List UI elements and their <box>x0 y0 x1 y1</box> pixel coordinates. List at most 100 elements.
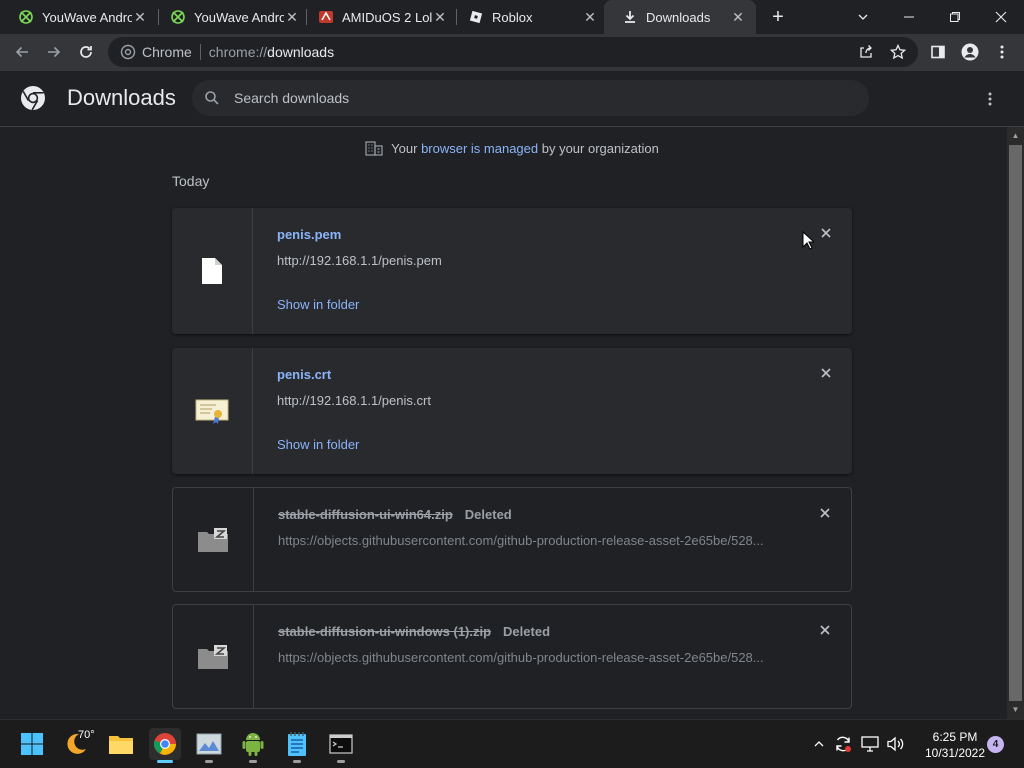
notification-badge[interactable]: 4 <box>987 736 1004 753</box>
chevron-down-icon <box>858 14 868 20</box>
search-input[interactable] <box>234 90 834 106</box>
start-button[interactable] <box>16 728 48 760</box>
remove-item-button[interactable] <box>818 366 834 382</box>
zip-icon <box>198 527 228 552</box>
managed-text-post: by your organization <box>538 140 659 156</box>
file-url: http://192.168.1.1/penis.pem <box>277 253 442 268</box>
search-box[interactable] <box>192 80 869 116</box>
close-window-button[interactable] <box>978 0 1024 34</box>
forward-arrow-icon <box>48 46 61 58</box>
show-hidden-icons-button[interactable] <box>809 734 829 754</box>
show-in-folder-link[interactable]: Show in folder <box>277 297 359 312</box>
new-tab-button[interactable]: + <box>766 5 790 29</box>
profile-button[interactable] <box>956 38 984 66</box>
minimize-icon <box>904 16 914 18</box>
close-icon[interactable]: ✕ <box>730 9 746 25</box>
tab-youwave-2[interactable]: YouWave Android ✕ <box>152 0 310 34</box>
status-badge: Deleted <box>503 624 551 639</box>
terminal-icon <box>329 734 353 754</box>
photos-taskbar-button[interactable] <box>193 728 225 763</box>
download-item-deleted: stable-diffusion-ui-win64.zip Deleted htt… <box>172 487 852 592</box>
youwave-icon <box>18 9 34 25</box>
network-icon <box>861 736 879 752</box>
close-icon[interactable]: ✕ <box>432 9 448 25</box>
close-icon[interactable]: ✕ <box>284 9 300 25</box>
folder-icon <box>109 736 133 754</box>
url-host: downloads <box>267 44 335 60</box>
share-button[interactable] <box>852 38 880 66</box>
tab-title: AMIDuOS 2 Lollipop <box>342 9 432 25</box>
file-icon <box>202 258 222 284</box>
scroll-up-arrow-icon[interactable]: ▲ <box>1010 131 1021 141</box>
close-icon <box>821 228 831 238</box>
tab-search-button[interactable] <box>840 0 886 34</box>
speaker-icon <box>887 736 904 752</box>
kebab-menu-icon <box>1000 45 1004 59</box>
omnibox-divider <box>199 44 201 60</box>
download-icon <box>622 9 638 25</box>
browser-toolbar: Chrome chrome://downloads <box>0 34 1024 71</box>
omnibox-chip-label: Chrome <box>142 44 192 60</box>
running-indicator <box>205 760 213 763</box>
bookmark-button[interactable] <box>884 38 912 66</box>
file-icon-column <box>172 348 253 474</box>
tab-downloads[interactable]: Downloads ✕ <box>604 0 756 34</box>
reload-button[interactable] <box>72 38 100 66</box>
back-button[interactable] <box>8 38 36 66</box>
forward-button[interactable] <box>40 38 68 66</box>
restore-button[interactable] <box>932 0 978 34</box>
file-name-text: stable-diffusion-ui-windows (1).zip <box>278 624 492 639</box>
chrome-taskbar-button[interactable] <box>149 728 181 763</box>
notepad-taskbar-button[interactable] <box>281 728 313 763</box>
file-icon-column <box>172 208 253 334</box>
volume-tray-button[interactable] <box>885 734 905 754</box>
chrome-menu-button[interactable] <box>988 38 1016 66</box>
scrollbar-thumb[interactable] <box>1009 145 1022 701</box>
chrome-icon <box>154 733 176 755</box>
download-item: penis.pem http://192.168.1.1/penis.pem S… <box>172 208 852 334</box>
scroll-down-arrow-icon[interactable]: ▼ <box>1010 705 1021 715</box>
page-scrollbar[interactable]: ▲ ▼ <box>1007 127 1024 719</box>
page-title: Downloads <box>67 85 176 110</box>
managed-link[interactable]: browser is managed <box>421 141 538 156</box>
windows-taskbar: 70° 6:25 PM 10/31/2022 4 <box>0 719 1024 768</box>
file-explorer-button[interactable] <box>105 728 137 760</box>
remove-item-button[interactable] <box>817 623 833 639</box>
share-icon <box>860 45 872 58</box>
close-icon <box>820 508 830 518</box>
downloads-menu-button[interactable] <box>978 87 1002 111</box>
tab-amiduos[interactable]: AMIDuOS 2 Lollipop ✕ <box>300 0 458 34</box>
photos-icon <box>196 733 222 755</box>
file-icon-column <box>173 488 254 591</box>
chrome-logo-icon <box>21 86 45 111</box>
close-icon[interactable]: ✕ <box>132 9 148 25</box>
file-name-link[interactable]: penis.crt <box>277 367 331 382</box>
close-icon[interactable]: ✕ <box>582 9 598 25</box>
file-name: stable-diffusion-ui-windows (1).zip Delet… <box>278 624 550 639</box>
terminal-taskbar-button[interactable] <box>325 728 357 763</box>
zip-icon <box>198 644 228 669</box>
file-name-link[interactable]: penis.pem <box>277 227 341 242</box>
url-scheme: chrome:// <box>208 44 268 60</box>
minimize-button[interactable] <box>886 0 932 34</box>
amiduos-icon <box>318 9 334 25</box>
restore-icon <box>950 12 960 22</box>
network-tray-button[interactable] <box>860 734 880 754</box>
side-panel-icon <box>931 45 945 59</box>
sync-icon <box>836 736 851 752</box>
weather-temperature: 70° <box>78 729 95 741</box>
mouse-cursor-icon <box>802 231 814 250</box>
remove-item-button[interactable] <box>818 226 834 242</box>
roblox-icon <box>468 9 484 25</box>
remove-item-button[interactable] <box>817 506 833 522</box>
sync-tray-button[interactable] <box>833 734 853 754</box>
chrome-icon <box>120 44 136 60</box>
close-icon <box>820 625 830 635</box>
side-panel-button[interactable] <box>924 38 952 66</box>
star-icon <box>890 44 906 60</box>
show-in-folder-link[interactable]: Show in folder <box>277 437 359 452</box>
tab-roblox[interactable]: Roblox ✕ <box>450 0 608 34</box>
tab-youwave-1[interactable]: YouWave Android ✕ <box>0 0 158 34</box>
address-bar[interactable]: Chrome chrome://downloads <box>108 37 918 67</box>
android-emulator-taskbar-button[interactable] <box>237 728 269 763</box>
